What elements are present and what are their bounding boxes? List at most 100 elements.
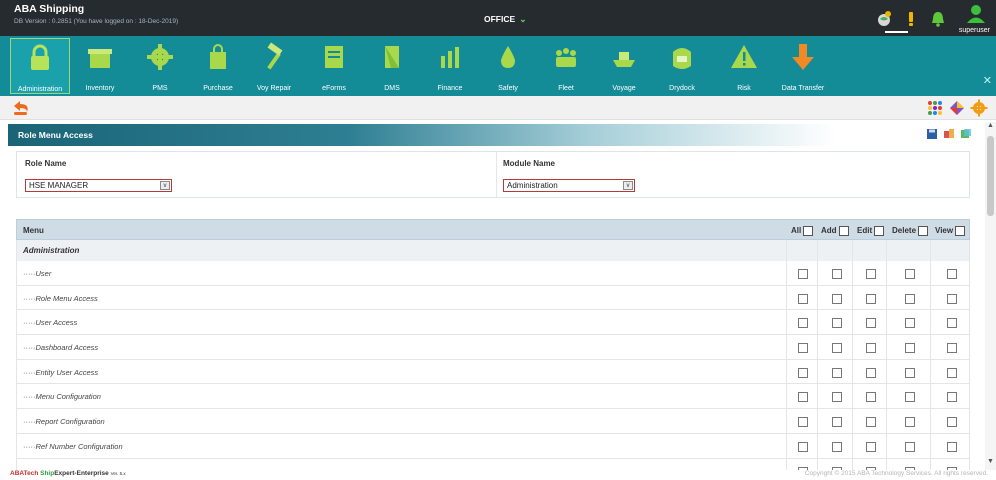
delete-header-checkbox[interactable] xyxy=(918,225,929,236)
module-eforms[interactable]: eForms xyxy=(314,38,354,94)
scroll-down-icon[interactable]: ▼ xyxy=(985,458,996,470)
module-inventory[interactable]: Inventory xyxy=(80,38,120,94)
view-checkbox[interactable] xyxy=(947,269,957,279)
edit-checkbox[interactable] xyxy=(866,293,876,304)
module-label: Drydock xyxy=(669,85,695,92)
module-data-transfer[interactable]: Data Transfer xyxy=(776,38,830,94)
column-divider xyxy=(886,285,887,310)
all-header-checkbox[interactable] xyxy=(803,225,814,236)
scroll-up-icon[interactable]: ▲ xyxy=(985,122,996,134)
delete-checkbox[interactable] xyxy=(905,293,915,304)
module-pms[interactable]: PMS xyxy=(140,38,180,94)
footer-copyright: Copyright © 2015 ABA Technology Services… xyxy=(804,470,988,477)
add-checkbox[interactable] xyxy=(832,367,842,378)
add-checkbox[interactable] xyxy=(832,392,842,403)
delete-checkbox[interactable] xyxy=(905,441,915,452)
module-label: DMS xyxy=(384,85,400,92)
save-icon[interactable] xyxy=(926,128,938,140)
module-voy-repair[interactable]: Voy Repair xyxy=(252,38,296,94)
module-label: Administration xyxy=(17,86,63,93)
module-finance[interactable]: Finance xyxy=(430,38,470,94)
all-checkbox[interactable] xyxy=(798,318,808,329)
add-header-checkbox[interactable] xyxy=(838,225,849,236)
column-divider xyxy=(886,240,887,261)
all-checkbox[interactable] xyxy=(798,269,808,279)
module-administration[interactable]: Administration xyxy=(10,38,70,94)
add-checkbox[interactable] xyxy=(832,293,842,304)
add-checkbox[interactable] xyxy=(832,417,842,428)
document-icon xyxy=(385,46,399,68)
refresh-icon[interactable] xyxy=(960,128,972,140)
module-label: Fleet xyxy=(558,85,574,92)
view-checkbox[interactable] xyxy=(947,392,957,403)
view-checkbox[interactable] xyxy=(947,293,957,304)
top-bar: ABA Shipping DB Version : 0.2851 (You ha… xyxy=(0,0,996,36)
module-safety[interactable]: Safety xyxy=(490,38,526,94)
all-checkbox[interactable] xyxy=(798,367,808,378)
view-checkbox[interactable] xyxy=(947,441,957,452)
module-label: Voy Repair xyxy=(256,85,292,92)
edit-checkbox[interactable] xyxy=(866,269,876,279)
top-actions: superuser xyxy=(875,4,990,34)
module-drydock[interactable]: Drydock xyxy=(662,38,702,94)
all-checkbox[interactable] xyxy=(798,343,808,354)
office-selector[interactable]: OFFICE ⌄ xyxy=(484,14,527,25)
close-icon[interactable]: ✕ xyxy=(983,74,992,87)
delete-checkbox[interactable] xyxy=(905,318,915,329)
edit-checkbox[interactable] xyxy=(866,417,876,428)
column-divider xyxy=(886,335,887,359)
scroll-thumb[interactable] xyxy=(987,136,994,216)
user-menu[interactable]: superuser xyxy=(956,4,990,34)
module-risk[interactable]: Risk xyxy=(724,38,764,94)
world-clock-icon[interactable] xyxy=(875,10,893,28)
view-checkbox[interactable] xyxy=(947,367,957,378)
module-fleet[interactable]: Fleet xyxy=(546,38,586,94)
table-row: ·····Role Menu Access xyxy=(16,285,970,311)
column-divider xyxy=(786,261,787,285)
grid-dots-icon[interactable] xyxy=(926,99,944,117)
edit-checkbox[interactable] xyxy=(866,318,876,329)
view-header-checkbox[interactable] xyxy=(955,225,966,236)
add-checkbox[interactable] xyxy=(832,269,842,279)
view-checkbox[interactable] xyxy=(947,318,957,329)
eforms-icon xyxy=(325,46,343,68)
view-checkbox[interactable] xyxy=(947,343,957,354)
bell-icon[interactable] xyxy=(929,10,947,28)
add-checkbox[interactable] xyxy=(832,343,842,354)
edit-checkbox[interactable] xyxy=(866,343,876,354)
all-checkbox[interactable] xyxy=(798,441,808,452)
group-label: Administration xyxy=(23,246,80,255)
settings-gear-icon[interactable] xyxy=(970,99,988,117)
page-scrollbar[interactable]: ▲ ▼ xyxy=(985,122,996,470)
edit-header-checkbox[interactable] xyxy=(874,225,885,236)
module-voyage[interactable]: Voyage xyxy=(604,38,644,94)
all-checkbox[interactable] xyxy=(798,392,808,403)
view-checkbox[interactable] xyxy=(947,417,957,428)
export-icon[interactable] xyxy=(943,128,955,140)
delete-checkbox[interactable] xyxy=(905,269,915,279)
edit-checkbox[interactable] xyxy=(866,367,876,378)
role-name-select[interactable]: HSE MANAGER v xyxy=(25,179,172,192)
all-checkbox[interactable] xyxy=(798,417,808,428)
add-checkbox[interactable] xyxy=(832,318,842,329)
delete-checkbox[interactable] xyxy=(905,417,915,428)
module-purchase[interactable]: Purchase xyxy=(196,38,240,94)
add-checkbox[interactable] xyxy=(832,441,842,452)
delete-checkbox[interactable] xyxy=(905,367,915,378)
edit-checkbox[interactable] xyxy=(866,441,876,452)
back-button[interactable] xyxy=(12,99,32,117)
delete-checkbox[interactable] xyxy=(905,343,915,354)
db-version: DB Version : 0.2851 (You have logged on … xyxy=(14,18,179,25)
edit-checkbox[interactable] xyxy=(866,392,876,403)
column-divider xyxy=(886,359,887,384)
right-actions xyxy=(926,99,988,117)
all-checkbox[interactable] xyxy=(798,293,808,304)
module-name-select[interactable]: Administration v xyxy=(503,179,635,192)
module-dms[interactable]: DMS xyxy=(372,38,412,94)
delete-checkbox[interactable] xyxy=(905,392,915,403)
group-row: Administration xyxy=(16,240,970,261)
column-divider xyxy=(930,384,931,409)
module-label: Safety xyxy=(498,85,518,92)
alert-icon[interactable] xyxy=(902,10,920,28)
theme-palette-icon[interactable] xyxy=(948,99,966,117)
